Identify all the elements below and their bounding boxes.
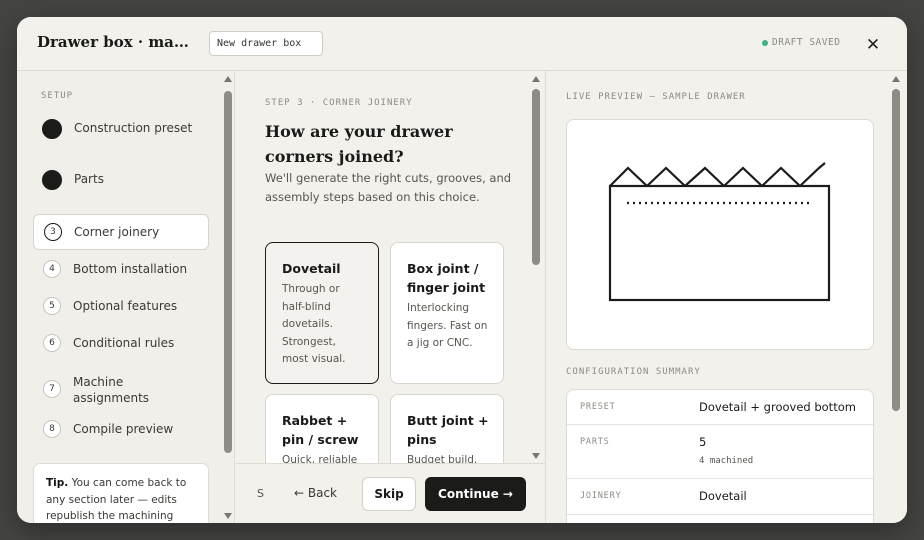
step-label: Bottom installation (73, 262, 188, 276)
option-title: Butt joint + pins (407, 413, 489, 447)
option-dovetail[interactable]: Dovetail Through or half-blind dovetails… (265, 242, 379, 384)
scroll-up-arrow-icon[interactable] (532, 76, 540, 82)
step-label: Construction preset (74, 121, 193, 135)
scroll-down-arrow-icon[interactable] (224, 513, 232, 519)
close-button[interactable]: ✕ (863, 35, 883, 55)
scroll-down-arrow-icon[interactable] (532, 453, 540, 459)
drawer-preview (566, 119, 874, 350)
preview-scrollbar[interactable] (890, 73, 902, 521)
sidebar-step-optional-features[interactable]: 5 Optional features (33, 297, 209, 321)
continue-button[interactable]: Continue → (425, 477, 526, 511)
step-complete-icon (42, 119, 62, 139)
step-label: Compile preview (73, 422, 174, 436)
option-title: Dovetail (282, 261, 341, 276)
modal-header: Drawer box · ma… DRAFT SAVED ✕ (17, 17, 907, 71)
sidebar-scrollbar[interactable] (222, 73, 234, 521)
keyboard-shortcut-hint: S (257, 487, 264, 500)
summary-row-parts: PARTS 5 4 machined (567, 425, 873, 479)
preview-scroll-thumb[interactable] (892, 89, 900, 411)
main-scrollbar[interactable] (530, 73, 542, 461)
sidebar-scroll-thumb[interactable] (224, 91, 232, 453)
option-title: Rabbet + pin / screw (282, 413, 359, 447)
option-description: Through or half-blind dovetails. Stronge… (282, 283, 346, 365)
skip-button[interactable]: Skip (362, 477, 416, 511)
step-label: Parts (74, 172, 104, 186)
tip-text: You can come back to any section later —… (46, 477, 187, 522)
scroll-up-arrow-icon[interactable] (892, 76, 900, 82)
summary-key: PRESET (580, 402, 616, 412)
summary-value: Dovetail (699, 489, 747, 503)
configuration-summary: PRESET Dovetail + grooved bottom PARTS 5… (566, 389, 874, 523)
main-scroll-thumb[interactable] (532, 89, 540, 265)
step-number-badge: 3 (44, 223, 62, 241)
step-label: Corner joinery (74, 225, 160, 239)
step-number-badge: 5 (43, 297, 61, 315)
step-label: Machine assignments (73, 374, 150, 405)
preview-panel: LIVE PREVIEW — SAMPLE DRAWER CONFIGURATI… (547, 71, 907, 523)
step-number-badge: 6 (43, 334, 61, 352)
option-title: Box joint / finger joint (407, 261, 486, 295)
drawer-illustration-icon (608, 162, 831, 302)
preview-heading: LIVE PREVIEW — SAMPLE DRAWER (566, 92, 746, 102)
step-number-badge: 7 (43, 380, 61, 398)
drawer-name-input[interactable] (209, 31, 323, 56)
summary-value: Dovetail + grooved bottom (699, 400, 856, 414)
option-box-joint[interactable]: Box joint / finger joint Interlocking fi… (390, 242, 504, 384)
sidebar-step-construction-preset[interactable]: Construction preset (33, 119, 209, 143)
summary-value: 5 (699, 435, 707, 449)
summary-heading: CONFIGURATION SUMMARY (566, 367, 701, 377)
step-label: Conditional rules (73, 336, 175, 350)
option-description: Interlocking fingers. Fast on a jig or C… (407, 302, 488, 349)
draft-status: DRAFT SAVED (762, 37, 840, 48)
scroll-up-arrow-icon[interactable] (224, 76, 232, 82)
step-complete-icon (42, 170, 62, 190)
main-panel: STEP 3 · CORNER JOINERY How are your dra… (236, 71, 546, 523)
sidebar-step-machine-assignments[interactable]: 7 Machine assignments (33, 371, 209, 407)
summary-key: JOINERY (580, 491, 622, 501)
summary-subvalue: 4 machined (699, 456, 754, 466)
step-indicator: STEP 3 · CORNER JOINERY (265, 98, 413, 108)
page-subtitle: We'll generate the right cuts, grooves, … (265, 171, 512, 204)
status-dot-icon (762, 39, 768, 46)
sidebar-step-parts[interactable]: Parts (33, 170, 209, 194)
sidebar-step-corner-joinery[interactable]: 3 Corner joinery (33, 214, 209, 250)
tip-label: Tip. (46, 477, 69, 489)
sidebar-heading: SETUP (41, 91, 74, 101)
page-title: How are your drawer corners joined? (265, 122, 453, 166)
configurator-modal: Drawer box · ma… DRAFT SAVED ✕ SETUP Con… (17, 17, 907, 523)
draft-status-label: DRAFT SAVED (772, 37, 841, 48)
setup-sidebar: SETUP Construction preset Parts 3 Corner… (17, 71, 235, 523)
step-label: Optional features (73, 299, 178, 313)
step-number-badge: 8 (43, 420, 61, 438)
step-number-badge: 4 (43, 260, 61, 278)
sidebar-step-bottom-installation[interactable]: 4 Bottom installation (33, 260, 209, 284)
sidebar-step-compile-preview[interactable]: 8 Compile preview (33, 420, 209, 444)
tip-box: Tip. You can come back to any section la… (33, 463, 209, 523)
wizard-footer: S ← Back Skip Continue → (236, 463, 545, 523)
modal-title: Drawer box · ma… (37, 33, 189, 51)
summary-row-joinery: JOINERY Dovetail (567, 479, 873, 515)
back-button[interactable]: ← Back (294, 486, 337, 500)
summary-row-preset: PRESET Dovetail + grooved bottom (567, 390, 873, 425)
summary-key: PARTS (580, 437, 610, 447)
sidebar-step-conditional-rules[interactable]: 6 Conditional rules (33, 334, 209, 358)
